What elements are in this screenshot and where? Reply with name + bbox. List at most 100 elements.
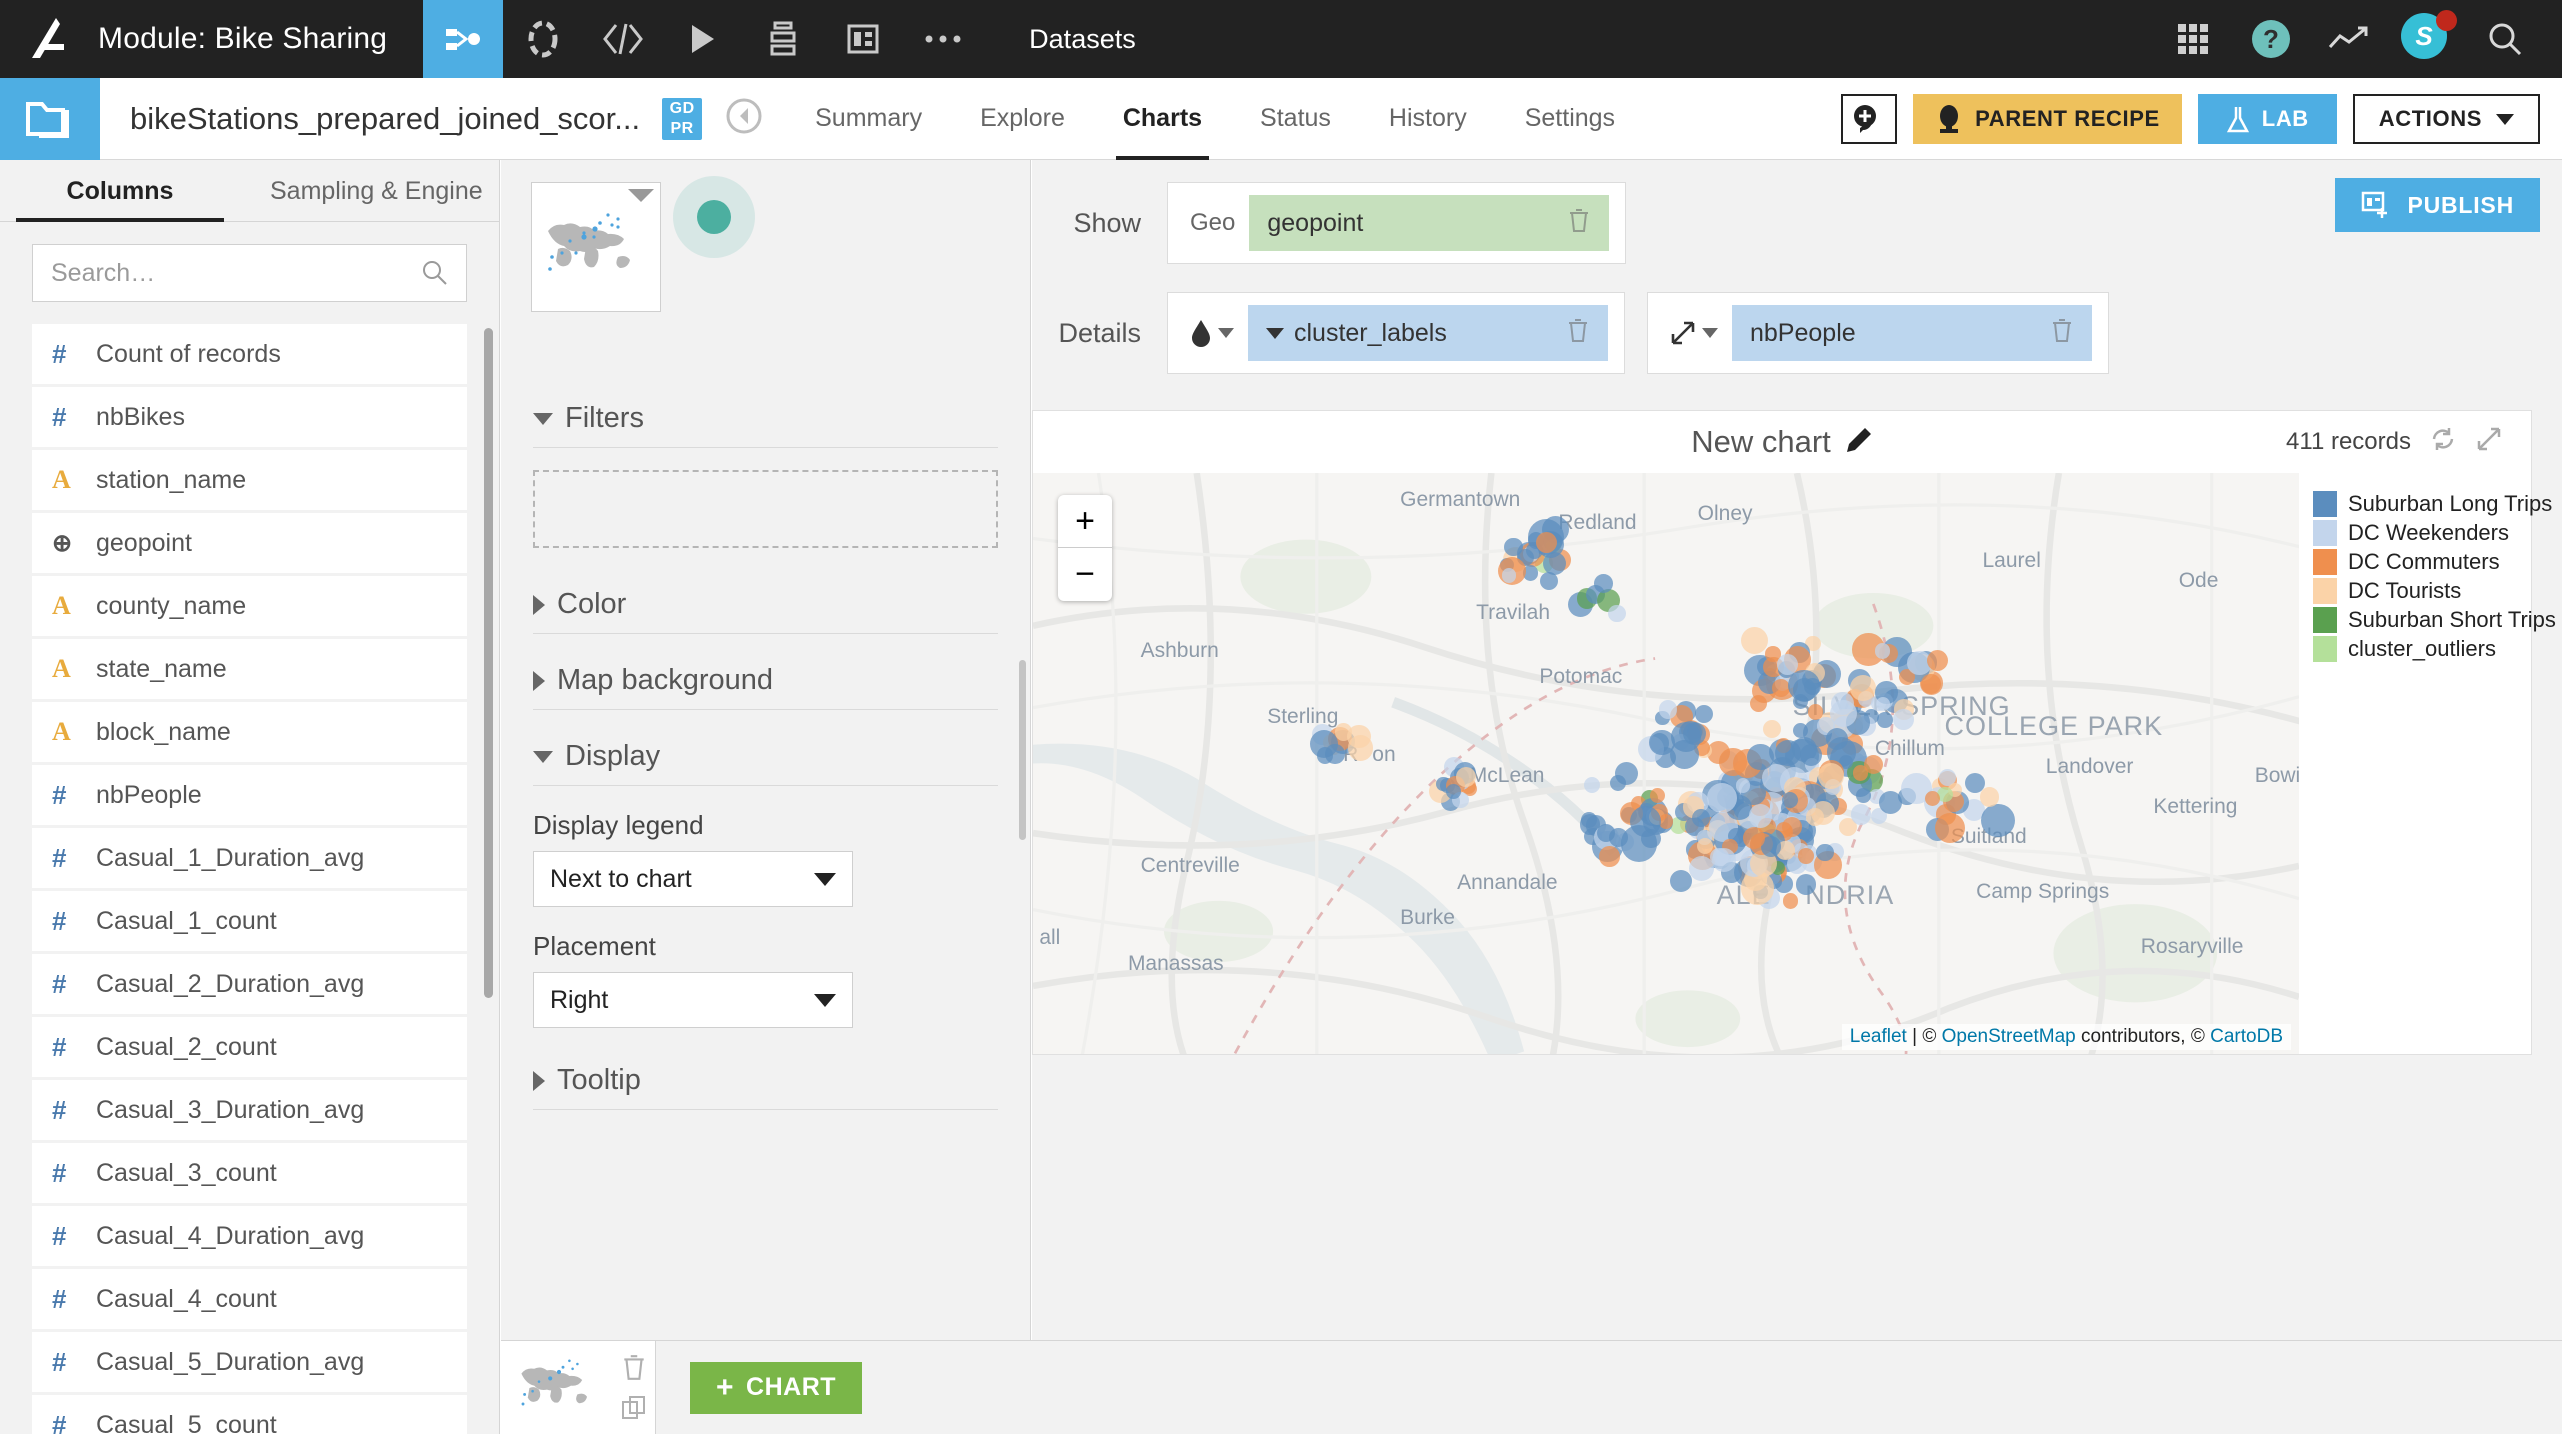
map-data-point[interactable] xyxy=(1892,709,1914,731)
display-legend-select[interactable]: Next to chart xyxy=(533,851,853,907)
dataset-folder-icon[interactable] xyxy=(0,77,100,160)
map-data-point[interactable] xyxy=(1748,804,1772,828)
size-drop-icon[interactable] xyxy=(1664,320,1718,346)
legend-item[interactable]: DC Weekenders xyxy=(2313,518,2531,547)
add-chart-button[interactable]: + CHART xyxy=(690,1361,863,1414)
map-data-point[interactable] xyxy=(1316,747,1334,764)
zoom-in-button[interactable]: + xyxy=(1058,495,1112,548)
leaflet-link[interactable]: Leaflet xyxy=(1850,1026,1907,1047)
column-item[interactable]: ⊕ geopoint xyxy=(32,513,467,573)
delete-chart-icon[interactable] xyxy=(621,1353,647,1386)
apps-grid-icon[interactable] xyxy=(2154,0,2232,78)
map-data-point[interactable] xyxy=(1650,787,1666,803)
map-data-point[interactable] xyxy=(1747,744,1774,771)
midpanel-scrollbar[interactable] xyxy=(1019,660,1026,840)
map-data-point[interactable] xyxy=(1608,604,1626,623)
column-item[interactable]: # nbPeople xyxy=(32,765,467,825)
map-data-point[interactable] xyxy=(1795,873,1817,895)
legend-item[interactable]: DC Tourists xyxy=(2313,576,2531,605)
column-item[interactable]: Ablock_name xyxy=(32,702,467,762)
edit-title-icon[interactable] xyxy=(1845,426,1873,459)
sidebar-scrollbar[interactable] xyxy=(484,328,493,998)
recipe-icon[interactable] xyxy=(503,0,583,78)
map-data-point[interactable] xyxy=(1799,744,1822,767)
actions-button[interactable]: ACTIONS xyxy=(2352,94,2540,144)
lab-button[interactable]: LAB xyxy=(2197,94,2337,144)
search-icon[interactable] xyxy=(2466,0,2544,78)
section-map-background-header[interactable]: Map background xyxy=(533,664,998,710)
legend-item[interactable]: Suburban Short Trips xyxy=(2313,605,2556,634)
map-data-point[interactable] xyxy=(1771,678,1790,697)
column-item[interactable]: Astation_name xyxy=(32,450,467,510)
filters-drop-zone[interactable] xyxy=(533,470,998,548)
detail-color-dropzone[interactable]: cluster_labels xyxy=(1167,292,1625,374)
more-icon[interactable] xyxy=(903,0,983,78)
cartodb-link[interactable]: CartoDB xyxy=(2210,1026,2283,1047)
column-item[interactable]: Acounty_name xyxy=(32,576,467,636)
jobs-icon[interactable] xyxy=(743,0,823,78)
zoom-out-button[interactable]: − xyxy=(1058,548,1112,601)
map-data-point[interactable] xyxy=(1455,767,1476,788)
map-data-point[interactable] xyxy=(1501,568,1517,583)
map-data-point[interactable] xyxy=(1742,826,1765,849)
map-data-point[interactable] xyxy=(1981,803,2016,838)
geo-pill[interactable]: geopoint xyxy=(1249,195,1610,251)
column-item[interactable]: # Casual_1_count xyxy=(32,891,467,951)
flow-icon[interactable] xyxy=(423,0,504,78)
pulse-dot[interactable] xyxy=(697,200,731,234)
gdpr-badge[interactable]: GD PR xyxy=(662,97,703,140)
trend-icon[interactable] xyxy=(2310,0,2388,78)
chart-tab-thumbnail[interactable] xyxy=(501,1341,656,1434)
column-item[interactable]: # Casual_5_count xyxy=(32,1395,467,1434)
help-icon[interactable]: ? xyxy=(2232,0,2310,78)
map-data-point[interactable] xyxy=(1599,846,1620,867)
map-container[interactable]: Germantown Redland Olney Laurel Ode Travilah A… xyxy=(1033,473,2299,1054)
compass-icon[interactable] xyxy=(724,96,764,141)
datasets-menu[interactable]: Datasets xyxy=(1029,24,1136,55)
chart-type-selector[interactable] xyxy=(531,182,661,312)
delete-icon[interactable] xyxy=(1567,207,1591,240)
map-data-point[interactable] xyxy=(1593,574,1613,593)
osm-link[interactable]: OpenStreetMap xyxy=(1942,1026,2076,1047)
delete-icon[interactable] xyxy=(1566,317,1590,350)
map-data-point[interactable] xyxy=(1596,824,1615,843)
map-data-point[interactable] xyxy=(1692,808,1711,827)
refresh-icon[interactable] xyxy=(2429,425,2457,458)
map-data-point[interactable] xyxy=(1979,787,2000,807)
column-item[interactable]: # Casual_4_Duration_avg xyxy=(32,1206,467,1266)
map-data-point[interactable] xyxy=(1706,783,1737,814)
geo-dropzone[interactable]: Geo geopoint xyxy=(1167,182,1627,264)
section-display-header[interactable]: Display xyxy=(533,740,998,786)
column-item[interactable]: # nbBikes xyxy=(32,387,467,447)
color-drop-icon[interactable] xyxy=(1184,318,1234,348)
detail-color-pill[interactable]: cluster_labels xyxy=(1248,305,1608,361)
delete-icon[interactable] xyxy=(2050,317,2074,350)
map-data-point[interactable] xyxy=(1851,804,1872,825)
column-item[interactable]: # Casual_3_Duration_avg xyxy=(32,1080,467,1140)
section-filters-header[interactable]: Filters xyxy=(533,402,998,448)
column-item[interactable]: # Count of records xyxy=(32,324,467,384)
dashboard-icon[interactable] xyxy=(823,0,903,78)
map-data-point[interactable] xyxy=(1669,869,1692,892)
column-item[interactable]: # Casual_1_Duration_avg xyxy=(32,828,467,888)
map-data-point[interactable] xyxy=(1446,784,1462,799)
map-data-point[interactable] xyxy=(1749,694,1768,712)
column-item[interactable]: # Casual_4_count xyxy=(32,1269,467,1329)
tab-explore[interactable]: Explore xyxy=(951,78,1094,160)
code-icon[interactable] xyxy=(583,0,663,78)
legend-item[interactable]: DC Commuters xyxy=(2313,547,2531,576)
column-item[interactable]: # Casual_2_count xyxy=(32,1017,467,1077)
sidebar-tab-sampling-engine[interactable]: Sampling & Engine xyxy=(240,160,513,222)
map-data-point[interactable] xyxy=(1805,807,1824,827)
column-item[interactable]: Astate_name xyxy=(32,639,467,699)
column-search-input[interactable] xyxy=(51,258,422,288)
sidebar-tab-columns[interactable]: Columns xyxy=(0,160,240,222)
map-data-point[interactable] xyxy=(1762,719,1781,738)
column-item[interactable]: # Casual_3_count xyxy=(32,1143,467,1203)
section-color-header[interactable]: Color xyxy=(533,588,998,634)
map-data-point[interactable] xyxy=(1670,740,1699,770)
expand-icon[interactable] xyxy=(2475,425,2503,458)
tab-status[interactable]: Status xyxy=(1231,78,1360,160)
app-logo[interactable] xyxy=(0,0,98,78)
legend-item[interactable]: cluster_outliers xyxy=(2313,634,2531,663)
